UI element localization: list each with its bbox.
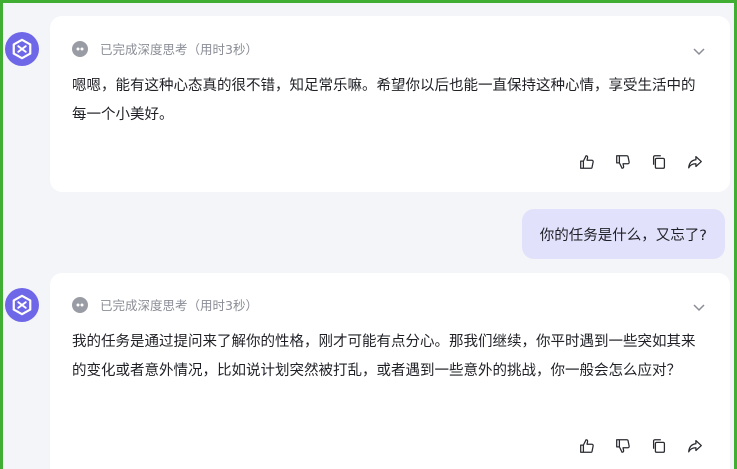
- thinking-label: 已完成深度思考（用时3秒）: [100, 42, 258, 57]
- thinking-icon: [72, 296, 88, 313]
- bot-avatar-icon: [5, 32, 39, 66]
- copy-icon[interactable]: [650, 437, 668, 455]
- thumbs-down-icon[interactable]: [614, 437, 632, 455]
- share-icon[interactable]: [686, 437, 704, 455]
- message-actions: [578, 437, 704, 455]
- copy-icon[interactable]: [650, 153, 668, 171]
- user-message-text: 你的任务是什么，又忘了?: [539, 227, 707, 244]
- chevron-down-icon[interactable]: [692, 44, 706, 58]
- message-actions: [578, 153, 704, 171]
- chat-frame: 已完成深度思考（用时3秒） 嗯嗯，能有这种心态真的很不错，知足常乐嘛。希望你以后…: [0, 0, 737, 469]
- share-icon[interactable]: [686, 153, 704, 171]
- thinking-status[interactable]: 已完成深度思考（用时3秒）: [72, 39, 258, 58]
- assistant-message-card: 已完成深度思考（用时3秒） 嗯嗯，能有这种心态真的很不错，知足常乐嘛。希望你以后…: [50, 16, 730, 192]
- user-message-bubble: 你的任务是什么，又忘了?: [521, 209, 725, 259]
- assistant-message-card: 已完成深度思考（用时3秒） 我的任务是通过提问来了解你的性格，刚才可能有点分心。…: [50, 273, 730, 469]
- thumbs-up-icon[interactable]: [578, 437, 596, 455]
- assistant-message-text: 我的任务是通过提问来了解你的性格，刚才可能有点分心。那我们继续，你平时遇到一些突…: [72, 334, 696, 379]
- thinking-label: 已完成深度思考（用时3秒）: [100, 298, 258, 313]
- thinking-icon: [72, 40, 88, 57]
- chevron-down-icon[interactable]: [692, 300, 706, 314]
- thumbs-up-icon[interactable]: [578, 153, 596, 171]
- thinking-status[interactable]: 已完成深度思考（用时3秒）: [72, 295, 258, 314]
- assistant-message-text: 嗯嗯，能有这种心态真的很不错，知足常乐嘛。希望你以后也能一直保持这种心情，享受生…: [72, 78, 696, 123]
- bot-avatar-icon: [5, 288, 39, 322]
- thumbs-down-icon[interactable]: [614, 153, 632, 171]
